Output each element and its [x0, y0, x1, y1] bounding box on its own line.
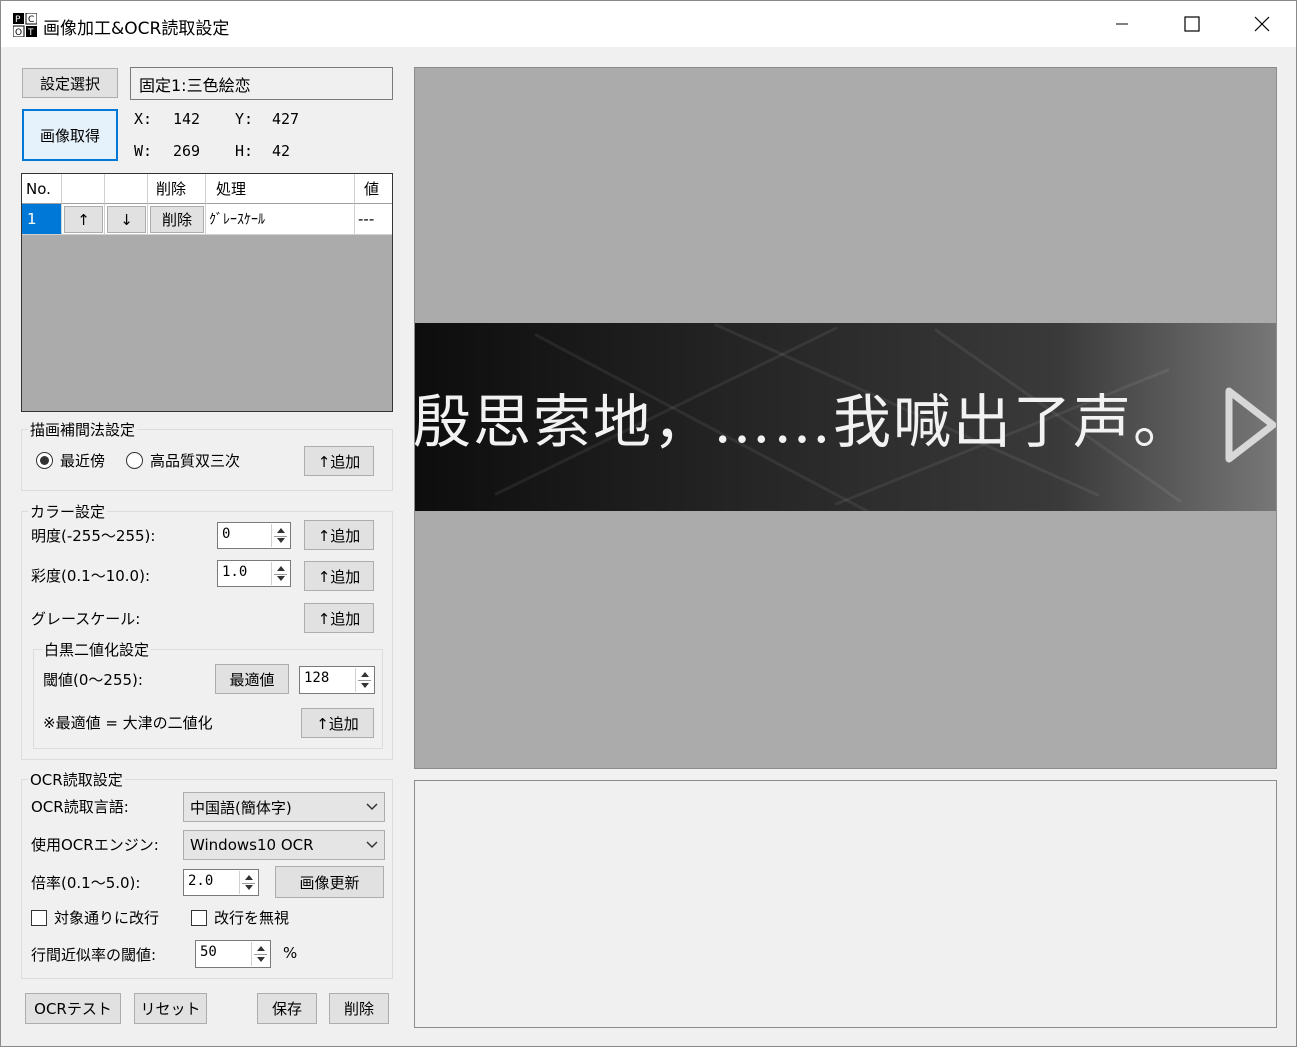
svg-text:T: T: [27, 28, 34, 37]
line-similarity-label: 行間近似率の閾値:: [31, 946, 157, 964]
color-group-label: カラー設定: [28, 501, 108, 522]
settings-window: P C O T 画像加工&OCR読取設定 設定選択 固定1:三色絵恋 画像取得 …: [0, 0, 1297, 1047]
spin-arrows-icon[interactable]: [239, 871, 257, 894]
maximize-button[interactable]: [1157, 1, 1227, 47]
ocr-engine-select[interactable]: Windows10 OCR: [183, 830, 385, 860]
w-value: 269: [173, 142, 201, 160]
threshold-label: 閾値(0〜255):: [43, 671, 143, 689]
row-process-cell[interactable]: ｸﾞﾚｰｽｹｰﾙ: [206, 204, 355, 235]
spin-arrows-icon[interactable]: [271, 524, 289, 547]
title-bar: P C O T 画像加工&OCR読取設定: [1, 1, 1296, 47]
reset-button[interactable]: リセット: [134, 993, 207, 1024]
grayscale-label: グレースケール:: [31, 610, 141, 628]
interp-add-button[interactable]: ↑追加: [304, 446, 374, 476]
col-header-up[interactable]: [62, 174, 105, 204]
ignore-newline-checkbox[interactable]: [191, 910, 207, 926]
row-value-cell[interactable]: ---: [355, 204, 392, 235]
percent-unit: %: [283, 944, 298, 962]
delete-button[interactable]: 削除: [329, 993, 389, 1024]
brightness-value: 0: [222, 526, 231, 542]
row-no-cell[interactable]: 1: [22, 204, 62, 235]
h-value: 42: [272, 142, 291, 160]
col-header-down[interactable]: [105, 174, 148, 204]
brightness-spinbox[interactable]: 0: [217, 522, 291, 549]
grayscale-add-button[interactable]: ↑追加: [304, 603, 374, 633]
newline-per-target-label[interactable]: 対象通りに改行: [54, 907, 159, 928]
radio-nearest-label[interactable]: 最近傍: [60, 450, 105, 471]
spin-arrows-icon[interactable]: [251, 942, 269, 966]
ocr-engine-label: 使用OCRエンジン:: [31, 836, 159, 854]
saturation-spinbox[interactable]: 1.0: [217, 560, 291, 587]
binary-add-button[interactable]: ↑追加: [301, 708, 374, 738]
scale-value: 2.0: [188, 873, 214, 889]
svg-text:O: O: [15, 28, 22, 37]
process-grid[interactable]: No. 削除 処理 値 1 ↑ ↓ 削除 ｸﾞﾚｰｽｹｰﾙ ---: [21, 173, 393, 412]
move-down-button[interactable]: ↓: [107, 206, 146, 233]
scale-spinbox[interactable]: 2.0: [183, 869, 259, 896]
captured-image: 殷思索地，……我喊出了声。: [415, 323, 1276, 511]
ocr-test-button[interactable]: OCRテスト: [25, 993, 121, 1024]
interp-group-label: 描画補間法設定: [28, 419, 138, 440]
captured-text: 殷思索地，……我喊出了声。: [415, 388, 1194, 456]
radio-nearest[interactable]: [36, 452, 53, 469]
chevron-down-icon: [366, 841, 378, 849]
window-title: 画像加工&OCR読取設定: [43, 19, 230, 39]
play-arrow-icon: [1225, 387, 1276, 463]
row-delete-button[interactable]: 削除: [150, 206, 204, 233]
y-value: 427: [272, 110, 300, 128]
scale-label: 倍率(0.1〜5.0):: [31, 874, 141, 892]
line-similarity-value: 50: [200, 944, 217, 960]
w-label: W:: [134, 142, 153, 160]
minimize-icon: [1116, 23, 1128, 25]
radio-bicubic[interactable]: [126, 452, 143, 469]
ocr-group-label: OCR読取設定: [28, 769, 125, 790]
close-button[interactable]: [1227, 1, 1297, 47]
binary-group-label: 白黒二値化設定: [42, 639, 152, 660]
x-label: X:: [134, 110, 153, 128]
svg-text:C: C: [28, 15, 34, 25]
ocr-result-area[interactable]: [414, 780, 1277, 1028]
chevron-down-icon: [366, 803, 378, 811]
line-similarity-spinbox[interactable]: 50: [195, 940, 271, 968]
col-header-value[interactable]: 値: [355, 174, 392, 204]
image-preview: 殷思索地，……我喊出了声。: [414, 67, 1277, 769]
ignore-newline-label[interactable]: 改行を無視: [214, 907, 289, 928]
spin-arrows-icon[interactable]: [271, 562, 289, 585]
capture-image-button[interactable]: 画像取得: [22, 109, 118, 161]
current-setting-field: 固定1:三色絵恋: [130, 67, 393, 100]
newline-per-target-checkbox[interactable]: [31, 910, 47, 926]
optimal-value-button[interactable]: 最適値: [215, 664, 289, 694]
spin-arrows-icon[interactable]: [355, 668, 373, 692]
col-header-no[interactable]: No.: [22, 174, 62, 204]
setting-select-button[interactable]: 設定選択: [22, 68, 118, 98]
saturation-label: 彩度(0.1〜10.0):: [31, 567, 151, 585]
threshold-spinbox[interactable]: 128: [299, 666, 375, 694]
y-label: Y:: [235, 110, 254, 128]
col-header-process[interactable]: 処理: [206, 174, 355, 204]
ocr-engine-value: Windows10 OCR: [190, 836, 314, 854]
radio-bicubic-label[interactable]: 高品質双三次: [150, 450, 240, 471]
close-icon: [1254, 16, 1270, 32]
threshold-value: 128: [304, 670, 330, 686]
otsu-note: ※最適値 = 大津の二値化: [43, 714, 213, 732]
app-icon: P C O T: [12, 12, 38, 38]
x-value: 142: [173, 110, 201, 128]
brightness-add-button[interactable]: ↑追加: [304, 520, 374, 550]
svg-text:P: P: [15, 15, 21, 25]
minimize-button[interactable]: [1087, 1, 1157, 47]
col-header-delete[interactable]: 削除: [148, 174, 206, 204]
move-up-button[interactable]: ↑: [64, 206, 103, 233]
h-label: H:: [235, 142, 254, 160]
ocr-lang-select[interactable]: 中国語(簡体字): [183, 792, 385, 822]
ocr-lang-value: 中国語(簡体字): [190, 798, 292, 817]
saturation-value: 1.0: [222, 564, 248, 580]
maximize-icon: [1184, 16, 1200, 32]
refresh-image-button[interactable]: 画像更新: [275, 866, 384, 898]
saturation-add-button[interactable]: ↑追加: [304, 561, 374, 591]
brightness-label: 明度(-255〜255):: [31, 527, 156, 545]
save-button[interactable]: 保存: [257, 993, 317, 1024]
ocr-lang-label: OCR読取言語:: [31, 798, 129, 816]
